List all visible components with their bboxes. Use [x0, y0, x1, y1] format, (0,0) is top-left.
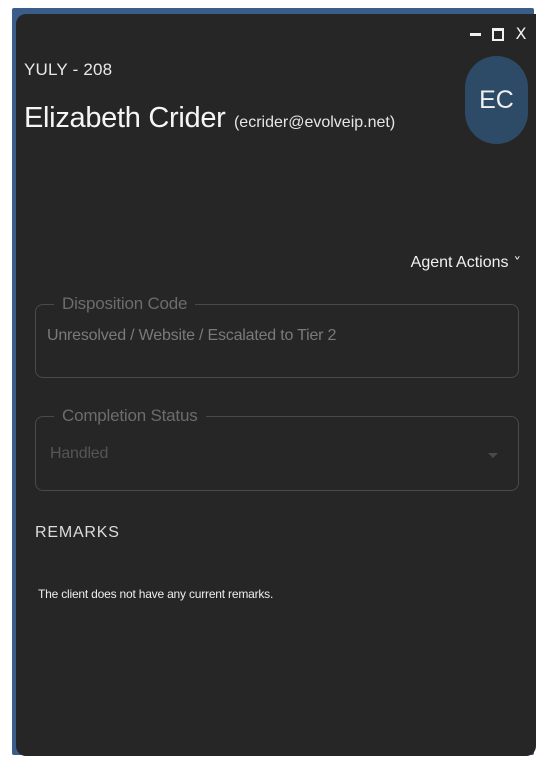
agent-actions-label: Agent Actions [410, 254, 509, 271]
close-button[interactable]: X [514, 26, 528, 42]
close-icon: X [515, 24, 527, 43]
minimize-icon [469, 32, 481, 36]
chevron-down-icon: ˅ [512, 255, 521, 271]
remarks-heading: REMARKS [35, 524, 120, 541]
avatar-initials: EC [479, 85, 514, 114]
maximize-icon [492, 27, 504, 41]
maximize-button[interactable] [491, 26, 505, 42]
contact-extension: YULY - 208 [24, 60, 113, 79]
disposition-code-label: Disposition Code [54, 294, 196, 314]
disposition-code-field[interactable]: Disposition Code Unresolved / Website / … [35, 294, 519, 378]
remarks-text: The client does not have any current rem… [38, 587, 274, 601]
avatar: EC [465, 56, 528, 144]
contact-panel: X YULY - 208 Elizabeth Crider (ecrider@e… [16, 14, 536, 756]
agent-actions-button[interactable]: Agent Actions ˅ [410, 254, 521, 272]
contact-name-row: Elizabeth Crider (ecrider@evolveip.net) [24, 102, 395, 135]
contact-email: (ecrider@evolveip.net) [233, 114, 396, 131]
completion-status-value: Handled [50, 445, 109, 462]
dropdown-arrow-icon [488, 453, 498, 458]
disposition-code-value: Unresolved / Website / Escalated to Tier… [47, 327, 337, 344]
window-controls: X [468, 26, 528, 42]
completion-status-label: Completion Status [54, 406, 206, 426]
completion-status-select[interactable]: Completion Status Handled [35, 406, 519, 491]
minimize-button[interactable] [468, 26, 482, 42]
contact-name: Elizabeth Crider [24, 102, 226, 134]
